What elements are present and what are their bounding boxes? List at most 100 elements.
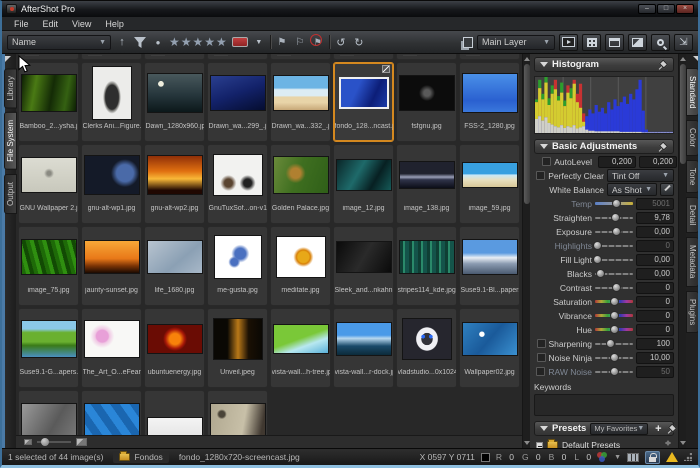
sharpening-slider[interactable] bbox=[595, 339, 633, 348]
thumbnail-image[interactable] bbox=[147, 73, 203, 113]
thumbnail-cell[interactable]: Suse9.1-Bl...papers.jpg bbox=[459, 226, 520, 306]
close-button[interactable]: × bbox=[676, 4, 694, 14]
thumbnail-image[interactable] bbox=[213, 154, 263, 196]
clipped-thumbnail-cell[interactable] bbox=[18, 54, 79, 60]
thumbnail-image[interactable] bbox=[462, 239, 518, 275]
title-bar[interactable]: AfterShot Pro – □ × bbox=[2, 1, 698, 17]
thumbnail-cell[interactable] bbox=[81, 390, 142, 435]
thumbnail-image[interactable] bbox=[402, 318, 452, 360]
lock-button[interactable] bbox=[645, 451, 660, 464]
thumbnail-cell[interactable]: gnu-alt-wp2.jpg bbox=[144, 144, 205, 224]
thumbnail-cell[interactable]: Dawn_1280x960.jpg bbox=[144, 62, 205, 142]
raw-noise-checkbox[interactable] bbox=[536, 367, 545, 376]
thumbnail-cell[interactable]: stripes114_kde.jpg bbox=[396, 226, 457, 306]
thumbnail-image[interactable] bbox=[21, 74, 77, 112]
thumbnail-cell[interactable] bbox=[18, 390, 79, 435]
thumbnail-cell[interactable] bbox=[144, 390, 205, 435]
layer-dropdown[interactable]: Main Layer ▼ bbox=[477, 35, 555, 50]
thumbnail-image[interactable] bbox=[21, 239, 77, 275]
thumbnail-cell[interactable]: Suse9.1-G...apers.jpg bbox=[18, 308, 79, 388]
clipped-thumbnail-cell[interactable] bbox=[144, 54, 205, 60]
thumbnail-image[interactable] bbox=[399, 240, 455, 274]
noise-ninja-knob[interactable] bbox=[610, 353, 619, 362]
thumbnail-image[interactable] bbox=[399, 161, 455, 189]
sort-field-dropdown[interactable]: Name ▼ bbox=[7, 35, 111, 50]
grid-scrollbar-thumb[interactable] bbox=[524, 64, 530, 204]
thumbnail-image[interactable] bbox=[276, 236, 326, 278]
thumbnail-image[interactable] bbox=[21, 403, 77, 435]
thumbnail-cell[interactable]: image_138.jpg bbox=[396, 144, 457, 224]
clipped-thumbnail-cell[interactable] bbox=[333, 54, 394, 60]
tools-panel-scrollbar[interactable] bbox=[678, 54, 686, 448]
raw-noise-value[interactable]: 50 bbox=[636, 366, 674, 378]
raw-noise-slider[interactable] bbox=[595, 367, 633, 376]
thumbnail-image[interactable] bbox=[147, 324, 203, 354]
thumbnail-image[interactable] bbox=[336, 322, 392, 356]
tint-dropdown[interactable]: Tint Off ▼ bbox=[607, 169, 674, 182]
add-preset-button[interactable]: + bbox=[652, 423, 664, 435]
thumbnail-image[interactable] bbox=[462, 73, 518, 113]
flag-checked-icon[interactable]: ⚐ bbox=[293, 34, 307, 50]
current-folder-chip[interactable]: Fondos bbox=[113, 451, 168, 463]
fill-light-slider[interactable] bbox=[595, 255, 633, 264]
temp-value[interactable]: 5001 bbox=[636, 198, 674, 210]
vibrance-value[interactable]: 0 bbox=[636, 310, 674, 322]
color-label-caret-icon[interactable]: ▼ bbox=[252, 34, 266, 50]
grid-scrollbar[interactable] bbox=[522, 54, 530, 448]
scroll-up-icon[interactable] bbox=[524, 57, 530, 61]
menu-file[interactable]: File bbox=[8, 18, 35, 30]
perfectly-clear-checkbox[interactable] bbox=[536, 171, 545, 180]
menu-view[interactable]: View bbox=[66, 18, 97, 30]
fill-light-value[interactable]: 0,00 bbox=[636, 254, 674, 266]
white-balance-dropdown[interactable]: As Shot ▼ bbox=[607, 183, 657, 196]
hue-value[interactable]: 0 bbox=[636, 324, 674, 336]
thumbnail-cell[interactable]: GnuTuxSof...on-v1.jpg bbox=[207, 144, 268, 224]
thumbnail-image[interactable] bbox=[21, 320, 77, 358]
split-view-button[interactable] bbox=[605, 34, 624, 51]
vibrance-slider[interactable] bbox=[595, 311, 633, 320]
thumbnail-image[interactable] bbox=[462, 162, 518, 188]
thumbnail-cell[interactable]: Drawn_wa...299_.jpg bbox=[207, 62, 268, 142]
sharpening-knob[interactable] bbox=[606, 339, 615, 348]
collapse-triangle-icon[interactable] bbox=[540, 426, 548, 431]
contrast-value[interactable]: 0 bbox=[636, 282, 674, 294]
thumbnail-image[interactable] bbox=[462, 322, 518, 356]
contrast-knob[interactable] bbox=[612, 283, 621, 292]
thumbnail-cell[interactable]: image_12.jpg bbox=[333, 144, 394, 224]
collapse-triangle-icon[interactable] bbox=[540, 62, 548, 67]
clipped-thumbnail-cell[interactable] bbox=[81, 54, 142, 60]
highlights-value[interactable]: 0 bbox=[636, 240, 674, 252]
thumbnail-cell[interactable]: Unveil.jpeg bbox=[207, 308, 268, 388]
presets-section-header[interactable]: Presets My Favorites ▼ + bbox=[534, 421, 674, 436]
thumbnail-image[interactable] bbox=[273, 156, 329, 194]
thumbnail-image[interactable] bbox=[273, 75, 329, 111]
thumbnail-cell[interactable] bbox=[207, 390, 268, 435]
resize-grip[interactable] bbox=[684, 453, 692, 461]
thumbnail-size-slider[interactable] bbox=[37, 441, 71, 443]
tools-tab-plugins[interactable]: Plugins bbox=[686, 291, 699, 333]
warning-icon[interactable] bbox=[666, 452, 678, 462]
collapse-right-panel-icon[interactable] bbox=[693, 56, 699, 62]
thumbnail-cell[interactable]: vista-wall...r-dock.jpg bbox=[333, 308, 394, 388]
sort-ascending-icon[interactable]: ↑ bbox=[115, 34, 129, 50]
menu-help[interactable]: Help bbox=[99, 18, 130, 30]
blacks-value[interactable]: 0,00 bbox=[636, 268, 674, 280]
thumbnail-image[interactable] bbox=[147, 417, 203, 435]
thumbnail-image[interactable] bbox=[399, 75, 455, 111]
star-rating-filter[interactable]: ★★★★★ bbox=[169, 35, 228, 49]
straighten-knob[interactable] bbox=[611, 213, 620, 222]
thumbnail-image[interactable] bbox=[21, 157, 77, 193]
thumbnail-cell[interactable]: Drawn_wa...332_.jpg bbox=[270, 62, 331, 142]
menu-edit[interactable]: Edit bbox=[37, 18, 65, 30]
flag-rejected-icon[interactable]: ⚑ bbox=[311, 34, 325, 50]
tools-tab-detail[interactable]: Detail bbox=[686, 197, 699, 233]
histogram-section-header[interactable]: Histogram bbox=[534, 57, 674, 72]
noise-ninja-value[interactable]: 10,00 bbox=[636, 352, 674, 364]
thumbnail-image[interactable] bbox=[273, 324, 329, 354]
temp-knob[interactable] bbox=[612, 199, 621, 208]
sharpening-checkbox[interactable] bbox=[537, 339, 546, 348]
scroll-down-icon[interactable] bbox=[524, 441, 530, 445]
hue-knob[interactable] bbox=[610, 325, 619, 334]
tools-tab-color[interactable]: Color bbox=[686, 120, 699, 155]
color-profile-icon[interactable] bbox=[597, 452, 608, 462]
